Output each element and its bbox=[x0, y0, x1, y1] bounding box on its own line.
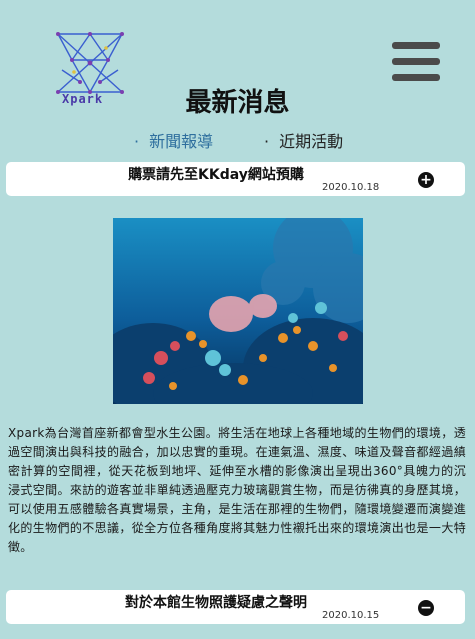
news-item-animal-care[interactable]: 對於本館生物照護疑慮之聲明 2020.10.15 − bbox=[6, 590, 465, 624]
tab-recent-events[interactable]: · 近期活動 bbox=[264, 128, 343, 152]
tab-label: 近期活動 bbox=[279, 132, 344, 151]
minus-circle-icon[interactable]: − bbox=[418, 600, 434, 616]
news-date: 2020.10.15 bbox=[322, 610, 380, 621]
news-item-kkday[interactable]: 購票請先至KKday網站預購 2020.10.18 + bbox=[6, 162, 465, 196]
plus-circle-icon[interactable]: + bbox=[418, 172, 434, 188]
tab-bullet: · bbox=[264, 132, 270, 151]
tab-bullet: · bbox=[134, 132, 140, 151]
news-title: 購票請先至KKday網站預購 bbox=[128, 167, 304, 183]
coral-reef-image bbox=[113, 218, 363, 404]
hamburger-menu-icon[interactable] bbox=[392, 42, 440, 84]
tab-label: 新聞報導 bbox=[149, 132, 214, 151]
news-tabs: · 新聞報導 · 近期活動 bbox=[0, 128, 475, 154]
tab-news-reports[interactable]: · 新聞報導 bbox=[134, 128, 213, 152]
page-title: 最新消息 bbox=[185, 88, 290, 118]
news-date: 2020.10.18 bbox=[322, 182, 380, 193]
article-body: Xpark為台灣首座新都會型水生公園。將生活在地球上各種地域的生物們的環境，透過… bbox=[8, 426, 466, 554]
news-title: 對於本館生物照護疑慮之聲明 bbox=[125, 595, 307, 611]
